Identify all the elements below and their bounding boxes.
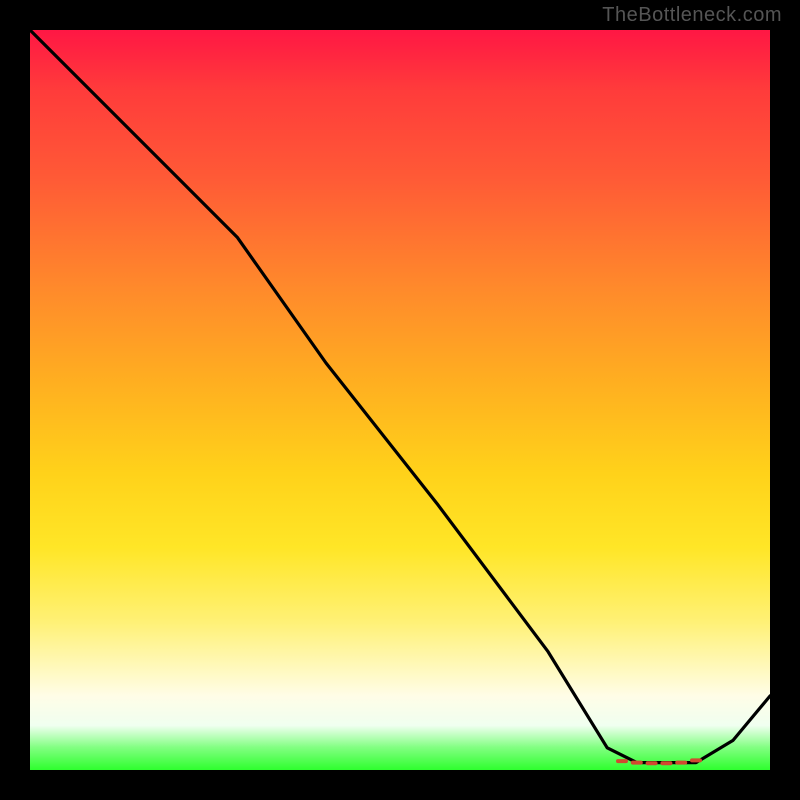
optimal-marker: [616, 759, 628, 763]
watermark-text: TheBottleneck.com: [602, 4, 782, 27]
plot-area: [30, 30, 770, 770]
optimal-marker: [675, 761, 687, 765]
chart-stage: TheBottleneck.com: [0, 0, 800, 800]
optimal-marker: [646, 761, 658, 765]
optimal-marker: [631, 761, 643, 765]
optimal-marker: [690, 758, 702, 762]
optimal-marker: [660, 761, 672, 765]
curve-layer: [30, 30, 770, 770]
bottleneck-curve: [30, 30, 770, 763]
